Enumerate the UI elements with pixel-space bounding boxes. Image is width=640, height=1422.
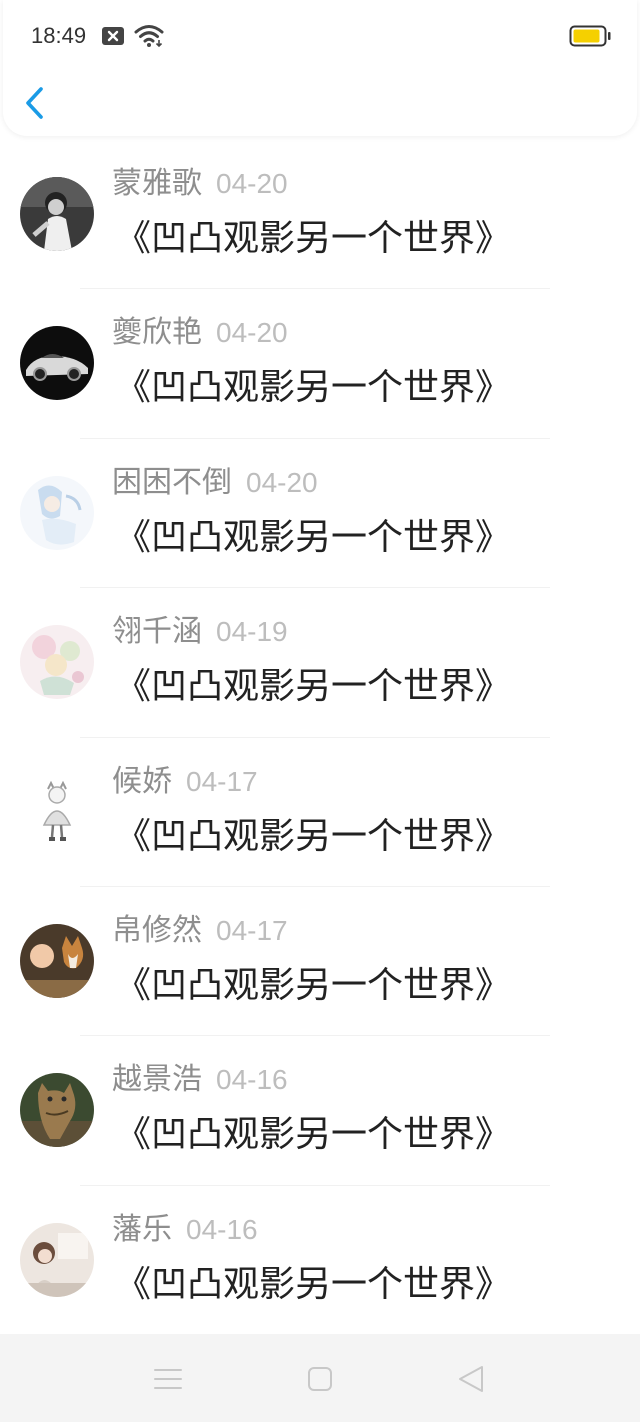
comment-meta: 翎千涵 04-19 [112,612,288,652]
comment-date: 04-19 [216,616,288,648]
comment-text: 《凹凸观影另一个世界》 [115,1114,512,1156]
comment-meta: 越景浩 04-16 [112,1060,288,1100]
avatar[interactable] [20,177,94,251]
menu-icon [154,1369,182,1389]
comment-date: 04-17 [216,914,288,946]
comment-author[interactable]: 帛修然 [112,913,202,948]
comment-date: 04-17 [186,765,258,797]
list-item[interactable]: 藩乐 04-16 《凹凸观影另一个世界》 [0,1186,640,1334]
status-time: 18:49 [31,23,87,48]
comment-author[interactable]: 藩乐 [112,1212,172,1247]
list-item[interactable]: 困困不倒 04-20 《凹凸观影另一个世界》 [0,439,640,589]
comment-text: 《凹凸观影另一个世界》 [115,815,512,857]
comment-list[interactable]: 蒙雅歌 04-20 《凹凸观影另一个世界》 夔欣艳 04-20 《凹凸观影另一个世界… [0,140,640,1334]
comment-text: 《凹凸观影另一个世界》 [115,1263,512,1305]
comment-meta: 夔欣艳 04-20 [112,313,288,353]
system-back-button[interactable] [456,1364,486,1394]
wifi-icon [134,25,164,48]
status-bar: 18:49 [0,0,640,72]
avatar[interactable] [20,475,94,550]
comment-meta: 藩乐 04-16 [112,1210,258,1250]
back-button[interactable] [16,80,56,126]
comment-text: 《凹凸观影另一个世界》 [115,516,512,558]
comment-author[interactable]: 困困不倒 [112,465,232,500]
comment-meta: 蒙雅歌 04-20 [112,164,288,204]
comment-author[interactable]: 蒙雅歌 [112,166,202,201]
comment-date: 04-20 [216,168,288,199]
comment-text: 《凹凸观影另一个世界》 [115,367,512,409]
comment-date: 04-20 [246,466,318,498]
avatar[interactable] [20,1073,94,1148]
notification-x-icon [102,27,124,45]
list-item[interactable]: 越景浩 04-16 《凹凸观影另一个世界》 [0,1036,640,1186]
comment-meta: 候娇 04-17 [112,762,258,802]
comment-text: 《凹凸观影另一个世界》 [115,218,512,259]
avatar[interactable] [20,326,94,401]
chevron-left-icon [26,87,43,119]
back-triangle-icon [459,1366,483,1392]
comment-text: 《凹凸观影另一个世界》 [115,964,512,1006]
comment-date: 04-20 [216,317,288,349]
battery-icon [569,25,611,47]
comment-meta: 帛修然 04-17 [112,911,288,951]
comment-author[interactable]: 翎千涵 [112,614,202,649]
comment-date: 04-16 [186,1213,258,1245]
comment-author[interactable]: 候娇 [112,764,172,799]
avatar[interactable] [20,1222,94,1297]
system-nav-bar [0,1334,640,1422]
comment-author[interactable]: 越景浩 [112,1062,202,1097]
menu-button[interactable] [153,1364,183,1394]
list-item[interactable]: 夔欣艳 04-20 《凹凸观影另一个世界》 [0,289,640,439]
avatar[interactable] [20,923,94,998]
home-square-icon [308,1367,332,1391]
list-item[interactable]: 蒙雅歌 04-20 《凹凸观影另一个世界》 [0,140,640,290]
list-item[interactable]: 帛修然 04-17 《凹凸观影另一个世界》 [0,887,640,1037]
list-item[interactable]: 候娇 04-17 《凹凸观影另一个世界》 [0,738,640,887]
comment-text: 《凹凸观影另一个世界》 [115,666,512,708]
comment-author[interactable]: 夔欣艳 [112,315,202,350]
comment-meta: 困困不倒 04-20 [112,463,318,503]
list-item[interactable]: 翎千涵 04-19 《凹凸观影另一个世界》 [0,588,640,738]
avatar[interactable] [20,625,94,700]
home-button[interactable] [305,1364,335,1394]
avatar[interactable] [20,774,94,849]
comment-date: 04-16 [216,1064,288,1096]
